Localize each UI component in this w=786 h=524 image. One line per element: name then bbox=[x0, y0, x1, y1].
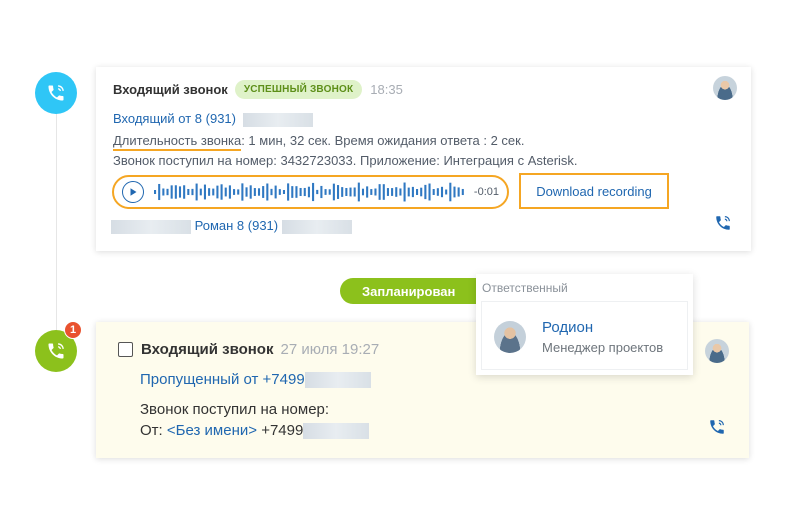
responsible-user[interactable]: Родион Менеджер проектов bbox=[481, 301, 688, 370]
number-line: Звонок поступил на номер: 3432723033. Пр… bbox=[113, 153, 578, 168]
duration-label: Длительность звонка bbox=[113, 133, 242, 151]
audio-player: -0:01 bbox=[112, 175, 509, 209]
from-line: От: <Без имени> +7499 bbox=[140, 422, 370, 440]
blurred-name bbox=[111, 219, 191, 234]
contact-link[interactable]: Роман 8 (931) bbox=[195, 218, 278, 233]
call-time: 18:35 bbox=[370, 81, 403, 97]
phone-incoming-icon bbox=[35, 72, 77, 114]
timeline-line bbox=[56, 96, 57, 356]
avatar bbox=[494, 321, 526, 353]
from-name-link[interactable]: <Без имени> bbox=[167, 422, 257, 439]
complete-checkbox[interactable] bbox=[118, 342, 133, 357]
planned-section-label[interactable]: Запланирован bbox=[340, 278, 490, 304]
blurred-number bbox=[242, 112, 313, 127]
avatar[interactable] bbox=[713, 76, 737, 100]
from-number: +7499 bbox=[261, 422, 304, 439]
duration-line: Длительность звонка: 1 мин, 32 сек. Врем… bbox=[113, 133, 525, 151]
play-icon bbox=[130, 188, 137, 196]
call-header: Входящий звонок УСПЕШНЫЙ ЗВОНОК 18:35 bbox=[113, 79, 403, 99]
status-badge: УСПЕШНЫЙ ЗВОНОК bbox=[234, 79, 363, 99]
blurred-number bbox=[303, 423, 370, 440]
responsible-name[interactable]: Родион bbox=[542, 319, 593, 336]
responsible-role: Менеджер проектов bbox=[542, 340, 664, 355]
notification-badge: 1 bbox=[64, 321, 82, 339]
play-button[interactable] bbox=[122, 181, 144, 203]
from-label: От: bbox=[140, 422, 163, 439]
missed-link[interactable]: Пропущенный от +7499 bbox=[140, 371, 305, 388]
player-time: -0:01 bbox=[473, 186, 499, 198]
incoming-link[interactable]: Входящий от 8 (931) bbox=[113, 111, 236, 126]
blurred-number bbox=[281, 219, 352, 234]
phone-call-icon[interactable] bbox=[714, 214, 732, 232]
call-title: Входящий звонок bbox=[141, 341, 274, 358]
blurred-number bbox=[304, 372, 371, 389]
popup-header: Ответственный bbox=[482, 281, 568, 295]
download-recording-button[interactable]: Download recording bbox=[519, 173, 669, 209]
responsible-popup: Ответственный Родион Менеджер проектов bbox=[476, 274, 693, 375]
phone-call-icon[interactable] bbox=[708, 418, 726, 436]
call-card-successful: Входящий звонок УСПЕШНЫЙ ЗВОНОК 18:35 Вх… bbox=[96, 67, 751, 251]
waveform[interactable] bbox=[154, 181, 466, 203]
missed-line: Пропущенный от +7499 bbox=[140, 371, 371, 389]
contact-line: Роман 8 (931) bbox=[111, 218, 352, 234]
incoming-line: Входящий от 8 (931) bbox=[113, 111, 313, 127]
number-line: Звонок поступил на номер: bbox=[140, 401, 330, 418]
avatar[interactable] bbox=[705, 339, 729, 363]
call-header: Входящий звонок 27 июля 19:27 bbox=[118, 341, 379, 358]
duration-value: : 1 мин, 32 сек. Время ожидания ответа :… bbox=[241, 133, 525, 148]
call-title: Входящий звонок bbox=[113, 81, 228, 97]
call-time: 27 июля 19:27 bbox=[280, 341, 380, 358]
